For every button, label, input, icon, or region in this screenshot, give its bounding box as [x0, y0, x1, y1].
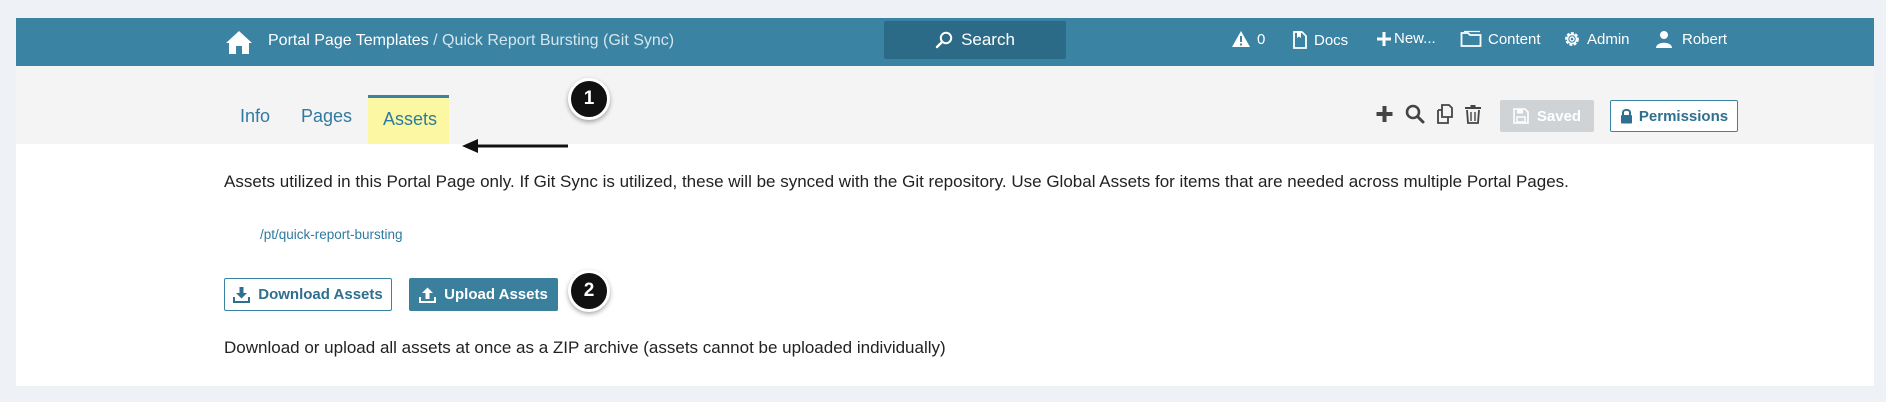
docs-icon [1293, 31, 1307, 49]
new-label: New... [1394, 30, 1436, 47]
breadcrumb-parent-link[interactable]: Portal Page Templates [268, 32, 429, 49]
content-link[interactable]: Content [1460, 30, 1541, 48]
search-label: Search [961, 30, 1015, 49]
app-frame: Portal Page Templates / Quick Report Bur… [16, 18, 1874, 386]
user-icon [1656, 31, 1672, 48]
permissions-label: Permissions [1638, 107, 1729, 125]
search-icon [935, 31, 953, 49]
admin-label: Admin [1587, 30, 1630, 48]
content-label: Content [1488, 30, 1541, 48]
gear-icon [1565, 32, 1579, 46]
asset-path-link[interactable]: /pt/quick-report-bursting [260, 227, 403, 242]
tab-assets[interactable]: Assets [368, 95, 449, 144]
top-nav-bar: Portal Page Templates / Quick Report Bur… [16, 18, 1874, 66]
save-icon [1513, 108, 1529, 124]
breadcrumb-separator: / [428, 32, 443, 49]
permissions-button[interactable]: Permissions [1610, 100, 1738, 132]
user-label: Robert [1682, 30, 1728, 48]
search-icon[interactable] [1404, 103, 1426, 125]
add-icon[interactable] [1374, 103, 1396, 125]
warning-icon [1232, 31, 1250, 47]
tab-assets-label: Assets [383, 109, 438, 129]
docs-label: Docs [1314, 31, 1349, 49]
assets-description: Assets utilized in this Portal Page only… [224, 172, 1569, 191]
user-menu[interactable]: Robert [1656, 30, 1727, 48]
plus-icon [1377, 31, 1391, 46]
download-assets-label: Download Assets [258, 286, 383, 303]
lock-icon [1620, 108, 1632, 124]
trash-icon[interactable] [1462, 103, 1484, 125]
callout-badge-1: 1 [568, 78, 610, 120]
admin-link[interactable]: Admin [1563, 30, 1630, 48]
docs-link[interactable]: Docs [1292, 30, 1348, 50]
tab-info[interactable]: Info [240, 106, 270, 127]
tab-bar: Info Pages Assets 1 Saved Permissions [16, 66, 1874, 153]
download-assets-button[interactable]: Download Assets [224, 278, 392, 311]
breadcrumb: Portal Page Templates / Quick Report Bur… [268, 32, 674, 50]
copy-icon[interactable] [1434, 103, 1456, 125]
folder-icon [1460, 30, 1482, 47]
tab-pages[interactable]: Pages [301, 106, 352, 127]
upload-icon [419, 287, 437, 303]
upload-assets-label: Upload Assets [444, 286, 548, 303]
breadcrumb-current: Quick Report Bursting (Git Sync) [442, 32, 675, 49]
callout-arrow-icon [462, 139, 568, 153]
alerts-button[interactable]: 0 [1231, 30, 1265, 48]
zip-archive-note: Download or upload all assets at once as… [224, 338, 946, 357]
alerts-count: 0 [1257, 30, 1266, 48]
upload-assets-button[interactable]: Upload Assets [409, 278, 558, 311]
saved-button[interactable]: Saved [1500, 100, 1594, 132]
download-icon [233, 286, 251, 303]
callout-badge-2: 2 [568, 270, 610, 312]
search-button[interactable]: Search [884, 21, 1066, 59]
new-menu[interactable]: New... [1377, 30, 1436, 47]
saved-label: Saved [1536, 107, 1582, 125]
home-icon[interactable] [224, 29, 254, 55]
